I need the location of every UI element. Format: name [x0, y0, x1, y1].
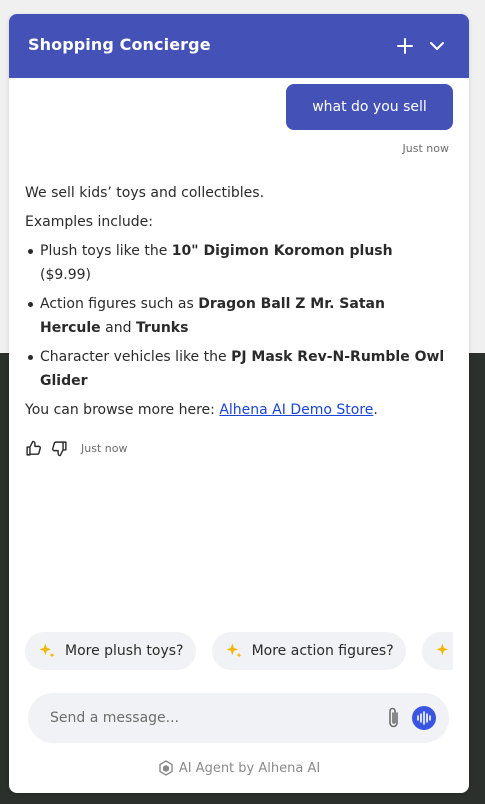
- plus-icon: [397, 38, 413, 54]
- store-link[interactable]: Alhena AI Demo Store: [219, 402, 373, 418]
- bot-examples-label: Examples include:: [25, 214, 153, 230]
- thumbs-up-button[interactable]: [25, 439, 43, 457]
- message-input[interactable]: [50, 706, 370, 730]
- suggestion-chip-more[interactable]: [421, 632, 453, 670]
- list-item: Character vehicles like the PJ Mask Rev-…: [25, 345, 445, 393]
- product-name: 10" Digimon Koromon plush: [171, 243, 393, 259]
- list-item-text: and: [100, 320, 136, 336]
- list-item-text: Plush toys like the: [40, 243, 172, 259]
- powered-by-footer: AI Agent by Alhena AI: [9, 760, 469, 776]
- suggestion-chip-plush[interactable]: More plush toys?: [25, 632, 196, 670]
- suggestion-label: More plush toys?: [65, 643, 184, 659]
- list-item: Action figures such as Dragon Ball Z Mr.…: [25, 292, 445, 340]
- chat-widget: Shopping Concierge what do you sell Just…: [9, 14, 469, 793]
- chevron-down-icon: [430, 42, 444, 50]
- minimize-button[interactable]: [425, 34, 449, 58]
- suggestion-label: More action figures?: [251, 643, 394, 659]
- sparkle-icon: [39, 643, 55, 658]
- user-message-text: what do you sell: [312, 99, 427, 115]
- sound-wave-icon: [417, 711, 431, 725]
- new-chat-button[interactable]: [393, 34, 417, 58]
- product-name: Trunks: [135, 320, 189, 336]
- user-message-timestamp: Just now: [402, 142, 449, 155]
- user-message-bubble: what do you sell: [286, 84, 453, 130]
- list-item-price: ($9.99): [40, 267, 92, 283]
- thumbs-down-icon: [52, 440, 67, 456]
- browse-suffix: .: [373, 402, 378, 418]
- message-composer: [28, 693, 449, 743]
- bot-message: We sell kids’ toys and collectibles. Exa…: [25, 181, 445, 427]
- chat-header: Shopping Concierge: [9, 14, 469, 78]
- message-feedback: Just now: [25, 438, 127, 458]
- bot-intro: We sell kids’ toys and collectibles.: [25, 185, 265, 201]
- chat-title: Shopping Concierge: [28, 35, 211, 54]
- attach-button[interactable]: [384, 706, 404, 730]
- bot-example-list: Plush toys like the 10" Digimon Koromon …: [25, 239, 445, 393]
- voice-input-button[interactable]: [412, 706, 436, 730]
- sparkle-icon: [226, 643, 242, 658]
- suggestion-chips: More plush toys? More action figures?: [25, 632, 453, 670]
- sparkle-icon: [436, 643, 448, 656]
- suggestion-chip-action-figures[interactable]: More action figures?: [211, 632, 406, 670]
- thumbs-down-button[interactable]: [51, 439, 69, 457]
- bot-browse-line: You can browse more here: Alhena AI Demo…: [25, 398, 445, 422]
- footer-text: AI Agent by Alhena AI: [178, 760, 321, 776]
- paperclip-icon: [389, 707, 398, 728]
- list-item: Plush toys like the 10" Digimon Koromon …: [25, 239, 445, 287]
- browse-prefix: You can browse more here:: [25, 402, 220, 418]
- list-item-text: Action figures such as: [40, 296, 199, 312]
- bot-message-timestamp: Just now: [81, 441, 128, 455]
- list-item-text: Character vehicles like the: [40, 349, 232, 365]
- alhena-logo-icon: [159, 760, 173, 776]
- thumbs-up-icon: [26, 440, 41, 456]
